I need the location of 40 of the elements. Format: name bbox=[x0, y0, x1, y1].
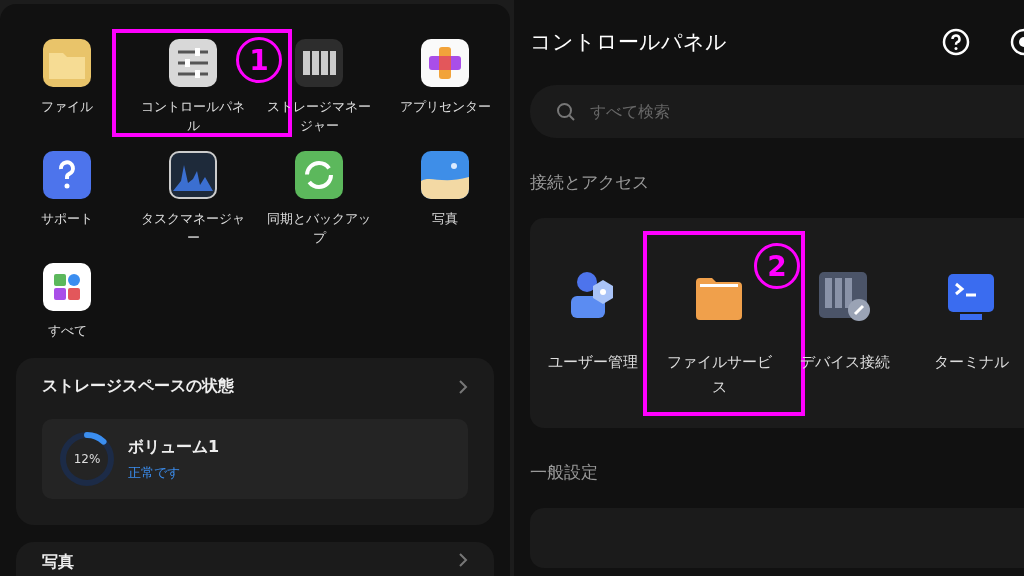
landscape-icon bbox=[421, 151, 469, 199]
section-title: 接続とアクセス bbox=[530, 171, 650, 194]
app-label[interactable]: サポート bbox=[11, 209, 123, 228]
usage-percent: 12% bbox=[72, 451, 102, 468]
app-label[interactable]: タスクマネージャー bbox=[137, 209, 249, 247]
page-title: コントロールパネル bbox=[530, 29, 728, 56]
app-store-icon bbox=[421, 39, 469, 87]
help-icon[interactable] bbox=[942, 28, 970, 56]
card-title: 写真 bbox=[42, 552, 74, 573]
card-title: ストレージスペースの状態 bbox=[42, 376, 234, 397]
setting-label[interactable]: ファイルサービス bbox=[663, 350, 775, 400]
nas-link-icon bbox=[817, 270, 873, 322]
app-label[interactable]: すべて bbox=[11, 321, 123, 340]
chevron-right-icon[interactable] bbox=[458, 552, 468, 568]
app-label[interactable]: アプリセンター bbox=[389, 97, 501, 116]
search-input[interactable]: すべて検索 bbox=[588, 101, 888, 122]
volume-card[interactable]: 12% ボリューム1 正常です bbox=[42, 419, 468, 499]
volume-name: ボリューム1 bbox=[128, 436, 220, 458]
section-title: 一般設定 bbox=[530, 461, 599, 484]
sliders-icon bbox=[169, 39, 217, 87]
folder-icon bbox=[43, 39, 91, 87]
chevron-right-icon[interactable] bbox=[458, 378, 468, 395]
volume-status: 正常です bbox=[128, 463, 181, 482]
app-label[interactable]: ファイル bbox=[11, 97, 123, 116]
search-field[interactable]: すべて検索 bbox=[530, 85, 1024, 138]
activity-chart-icon bbox=[169, 151, 217, 199]
drive-bays-icon bbox=[295, 39, 343, 87]
record-icon[interactable] bbox=[1010, 28, 1024, 56]
setting-label[interactable]: ユーザー管理 bbox=[537, 350, 649, 375]
app-label[interactable]: 写真 bbox=[389, 209, 501, 228]
app-label[interactable]: コントロールパネル bbox=[137, 97, 249, 135]
step-number: 1 bbox=[236, 37, 282, 83]
grid-icon bbox=[43, 263, 91, 311]
sync-icon bbox=[295, 151, 343, 199]
terminal-icon bbox=[946, 272, 996, 322]
help-icon bbox=[43, 151, 91, 199]
setting-label[interactable]: ターミナル bbox=[915, 350, 1024, 375]
step-number: 2 bbox=[754, 243, 800, 289]
search-icon bbox=[556, 101, 576, 122]
app-label[interactable]: 同期とバックアップ bbox=[263, 209, 375, 247]
